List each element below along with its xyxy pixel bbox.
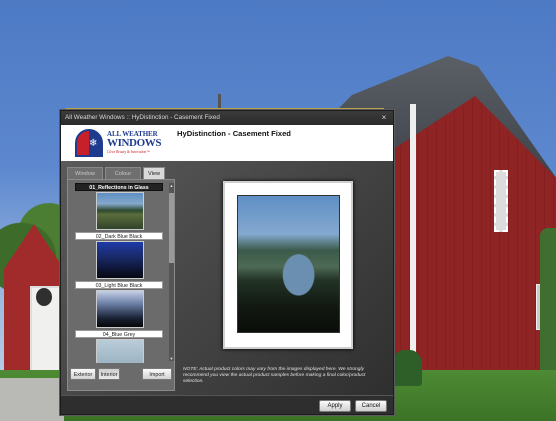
preview-image xyxy=(237,195,340,333)
shrub xyxy=(392,350,422,386)
logo-text-line2: WINDOWS xyxy=(107,137,162,149)
interior-button[interactable]: Interior xyxy=(98,368,120,380)
view-list-scrollbar[interactable]: ▲ ▼ xyxy=(169,183,174,361)
tab-view[interactable]: View xyxy=(143,167,165,179)
scroll-down-icon[interactable]: ▼ xyxy=(169,356,174,361)
driveway xyxy=(0,378,64,421)
dialog-titlebar[interactable]: All Weather Windows :: HyDistinction - C… xyxy=(61,111,393,125)
window-preview xyxy=(223,181,353,349)
tab-window[interactable]: Window xyxy=(67,167,103,179)
exterior-button[interactable]: Exterior xyxy=(70,368,96,380)
corner-trim xyxy=(410,104,416,384)
view-thumbnail xyxy=(96,192,144,230)
house-window-upper xyxy=(494,170,508,232)
view-thumbnail xyxy=(96,241,144,279)
view-label: 02_Dark Blue Black xyxy=(75,232,163,240)
close-icon[interactable]: × xyxy=(379,111,389,125)
dialog-body: Window Colour View 01_Reflections in Gla… xyxy=(61,161,393,395)
product-title: HyDistinction - Casement Fixed xyxy=(177,129,291,138)
scroll-up-icon[interactable]: ▲ xyxy=(169,183,174,188)
dialog-footer: Apply Cancel xyxy=(61,395,393,414)
tree-right xyxy=(540,228,556,378)
tab-strip: Window Colour View xyxy=(67,167,181,179)
view-buttons: Exterior Interior Import xyxy=(70,368,174,380)
view-thumbnail xyxy=(96,290,144,328)
dialog-title: All Weather Windows :: HyDistinction - C… xyxy=(65,114,220,121)
product-dialog: All Weather Windows :: HyDistinction - C… xyxy=(60,110,394,415)
dialog-header: ❄ ALL WEATHER WINDOWS Clear Beauty & Inn… xyxy=(61,125,393,161)
import-button[interactable]: Import xyxy=(142,368,172,380)
tab-colour[interactable]: Colour xyxy=(105,167,141,179)
view-label: 03_Light Blue Black xyxy=(75,281,163,289)
scroll-thumb[interactable] xyxy=(169,193,174,263)
view-options-panel: 01_Reflections in Glass 02_Dark Blue Bla… xyxy=(67,179,175,391)
logo-tagline: Clear Beauty & Innovation™ xyxy=(107,150,150,154)
view-label: 04_Blue Grey xyxy=(75,330,163,338)
wreath xyxy=(36,288,52,306)
brand-logo: ❄ ALL WEATHER WINDOWS Clear Beauty & Inn… xyxy=(75,127,171,159)
snowflake-icon: ❄ xyxy=(89,138,98,149)
view-list[interactable]: 01_Reflections in Glass 02_Dark Blue Bla… xyxy=(71,183,167,363)
color-disclaimer: NOTE: Actual product colors may vary fro… xyxy=(183,367,366,384)
view-thumbnail xyxy=(96,339,144,363)
apply-button[interactable]: Apply xyxy=(319,400,351,412)
view-label: 01_Reflections in Glass xyxy=(75,183,163,191)
cancel-button[interactable]: Cancel xyxy=(355,400,387,412)
